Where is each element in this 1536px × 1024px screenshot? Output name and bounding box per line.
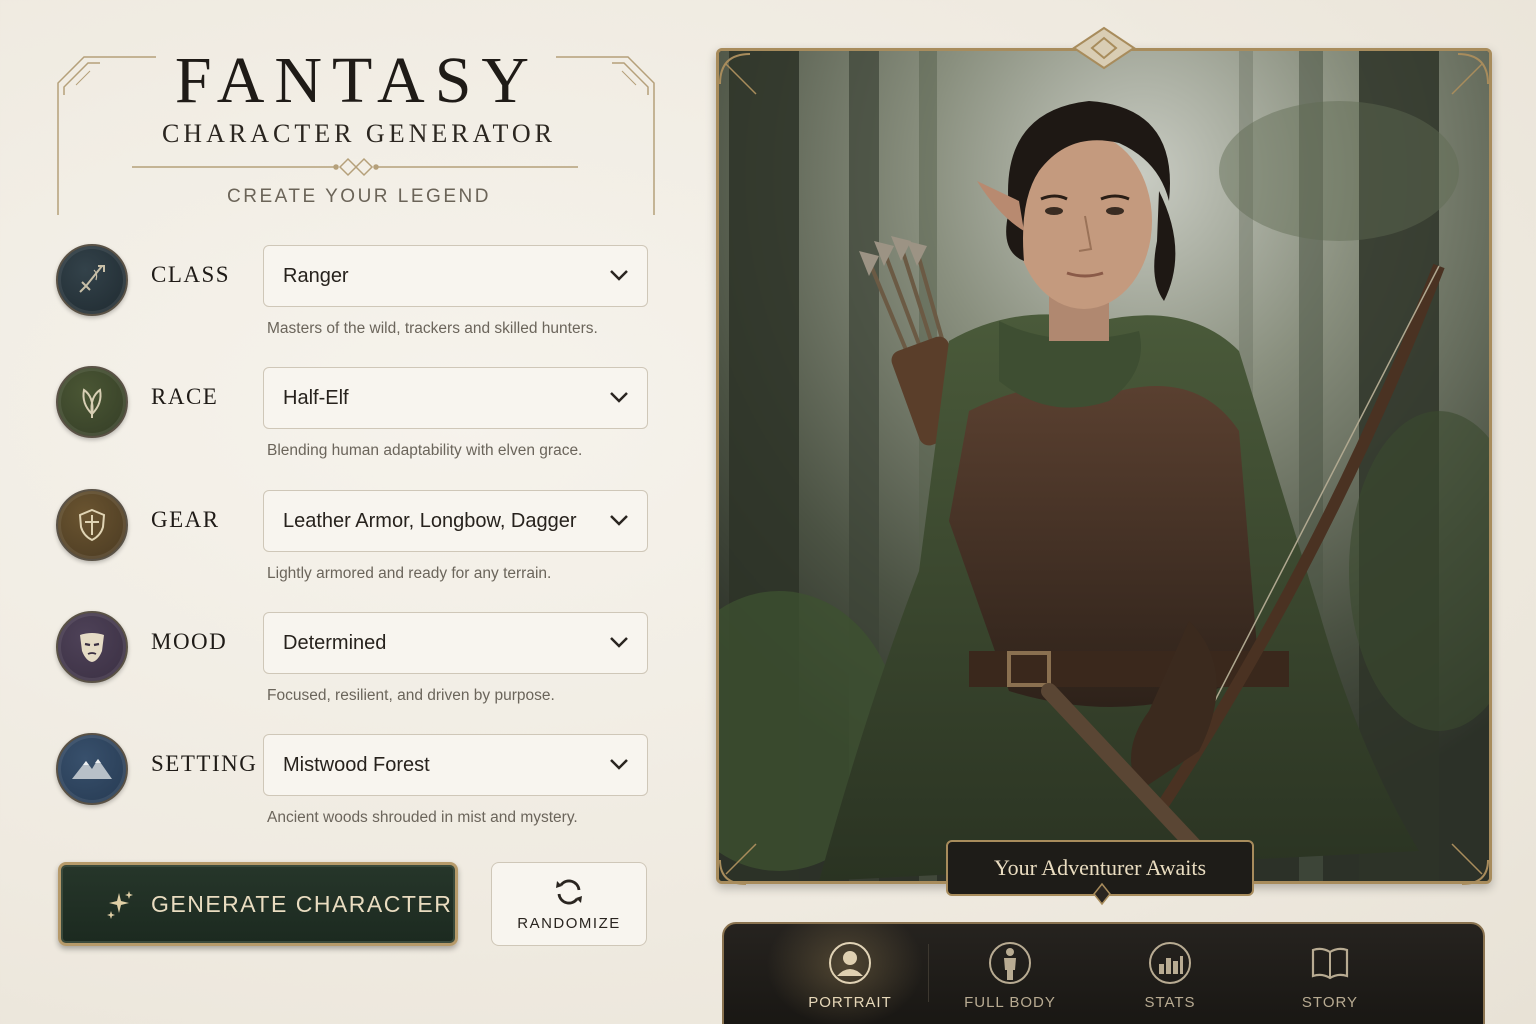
chevron-down-icon [610,392,628,403]
view-tab-bar: PORTRAIT FULL BODY STATS STORY [722,922,1485,1024]
randomize-button-label: RANDOMIZE [517,915,621,932]
field-setting: SETTING Mistwood Forest Ancient woods sh… [56,733,656,843]
page-subtitle: CHARACTER GENERATOR [161,119,557,148]
field-description: Lightly armored and ready for any terrai… [267,565,552,582]
tab-label: STATS [1144,994,1196,1011]
gear-select-value: Leather Armor, Longbow, Dagger [283,509,577,532]
tab-divider [928,944,929,1002]
chevron-down-icon [610,759,628,770]
tab-portrait[interactable]: PORTRAIT [766,924,930,1024]
setting-select-value: Mistwood Forest [283,753,430,776]
mood-select[interactable]: Determined [263,612,648,674]
race-select-value: Half-Elf [283,386,349,409]
tab-label: STORY [1301,994,1359,1011]
full-body-icon [989,942,1031,984]
shield-icon [56,489,128,561]
field-description: Ancient woods shrouded in mist and myste… [267,809,578,826]
chevron-down-icon [610,270,628,281]
chevron-down-icon [610,515,628,526]
sword-icon [56,244,128,316]
book-icon [1311,947,1349,980]
field-race: RACE Half-Elf Blending human adaptabilit… [56,366,656,476]
tab-stats[interactable]: STATS [1090,940,1250,1020]
tab-label: PORTRAIT [808,994,892,1011]
randomize-button[interactable]: RANDOMIZE [491,862,647,946]
mood-select-value: Determined [283,631,387,654]
tab-full-body[interactable]: FULL BODY [930,940,1090,1020]
mask-icon [56,611,128,683]
class-select-value: Ranger [283,264,349,287]
chevron-down-icon [610,637,628,648]
field-label: SETTING [151,751,258,776]
field-description: Focused, resilient, and driven by purpos… [267,687,555,704]
caption-ornament [1093,882,1111,906]
tab-story[interactable]: STORY [1250,940,1410,1020]
field-class: CLASS Ranger Masters of the wild, tracke… [56,244,656,354]
sparkle-icon [107,891,133,919]
refresh-icon [556,879,582,905]
tab-label: FULL BODY [964,994,1056,1011]
field-description: Blending human adaptability with elven g… [267,442,583,459]
generator-panel: FANTASY CHARACTER GENERATOR CREATE YOUR … [0,0,680,1024]
page-tagline: CREATE YOUR LEGEND [227,186,491,207]
field-label: GEAR [151,507,220,532]
stats-icon [1149,942,1191,984]
character-portrait [716,48,1492,884]
leaf-icon [56,366,128,438]
portrait-image [719,51,1489,881]
page-title: FANTASY [174,44,540,117]
portrait-icon [829,942,871,984]
field-gear: GEAR Leather Armor, Longbow, Dagger Ligh… [56,489,656,599]
field-label: CLASS [151,262,231,287]
field-label: MOOD [151,629,228,654]
field-description: Masters of the wild, trackers and skille… [267,320,598,337]
generate-character-button[interactable]: GENERATE CHARACTER [58,862,458,946]
setting-select[interactable]: Mistwood Forest [263,734,648,796]
class-select[interactable]: Ranger [263,245,648,307]
field-mood: MOOD Determined Focused, resilient, and … [56,611,656,721]
mountain-icon [56,733,128,805]
generate-button-label: GENERATE CHARACTER [151,890,453,917]
field-label: RACE [151,384,219,409]
gear-select[interactable]: Leather Armor, Longbow, Dagger [263,490,648,552]
race-select[interactable]: Half-Elf [263,367,648,429]
